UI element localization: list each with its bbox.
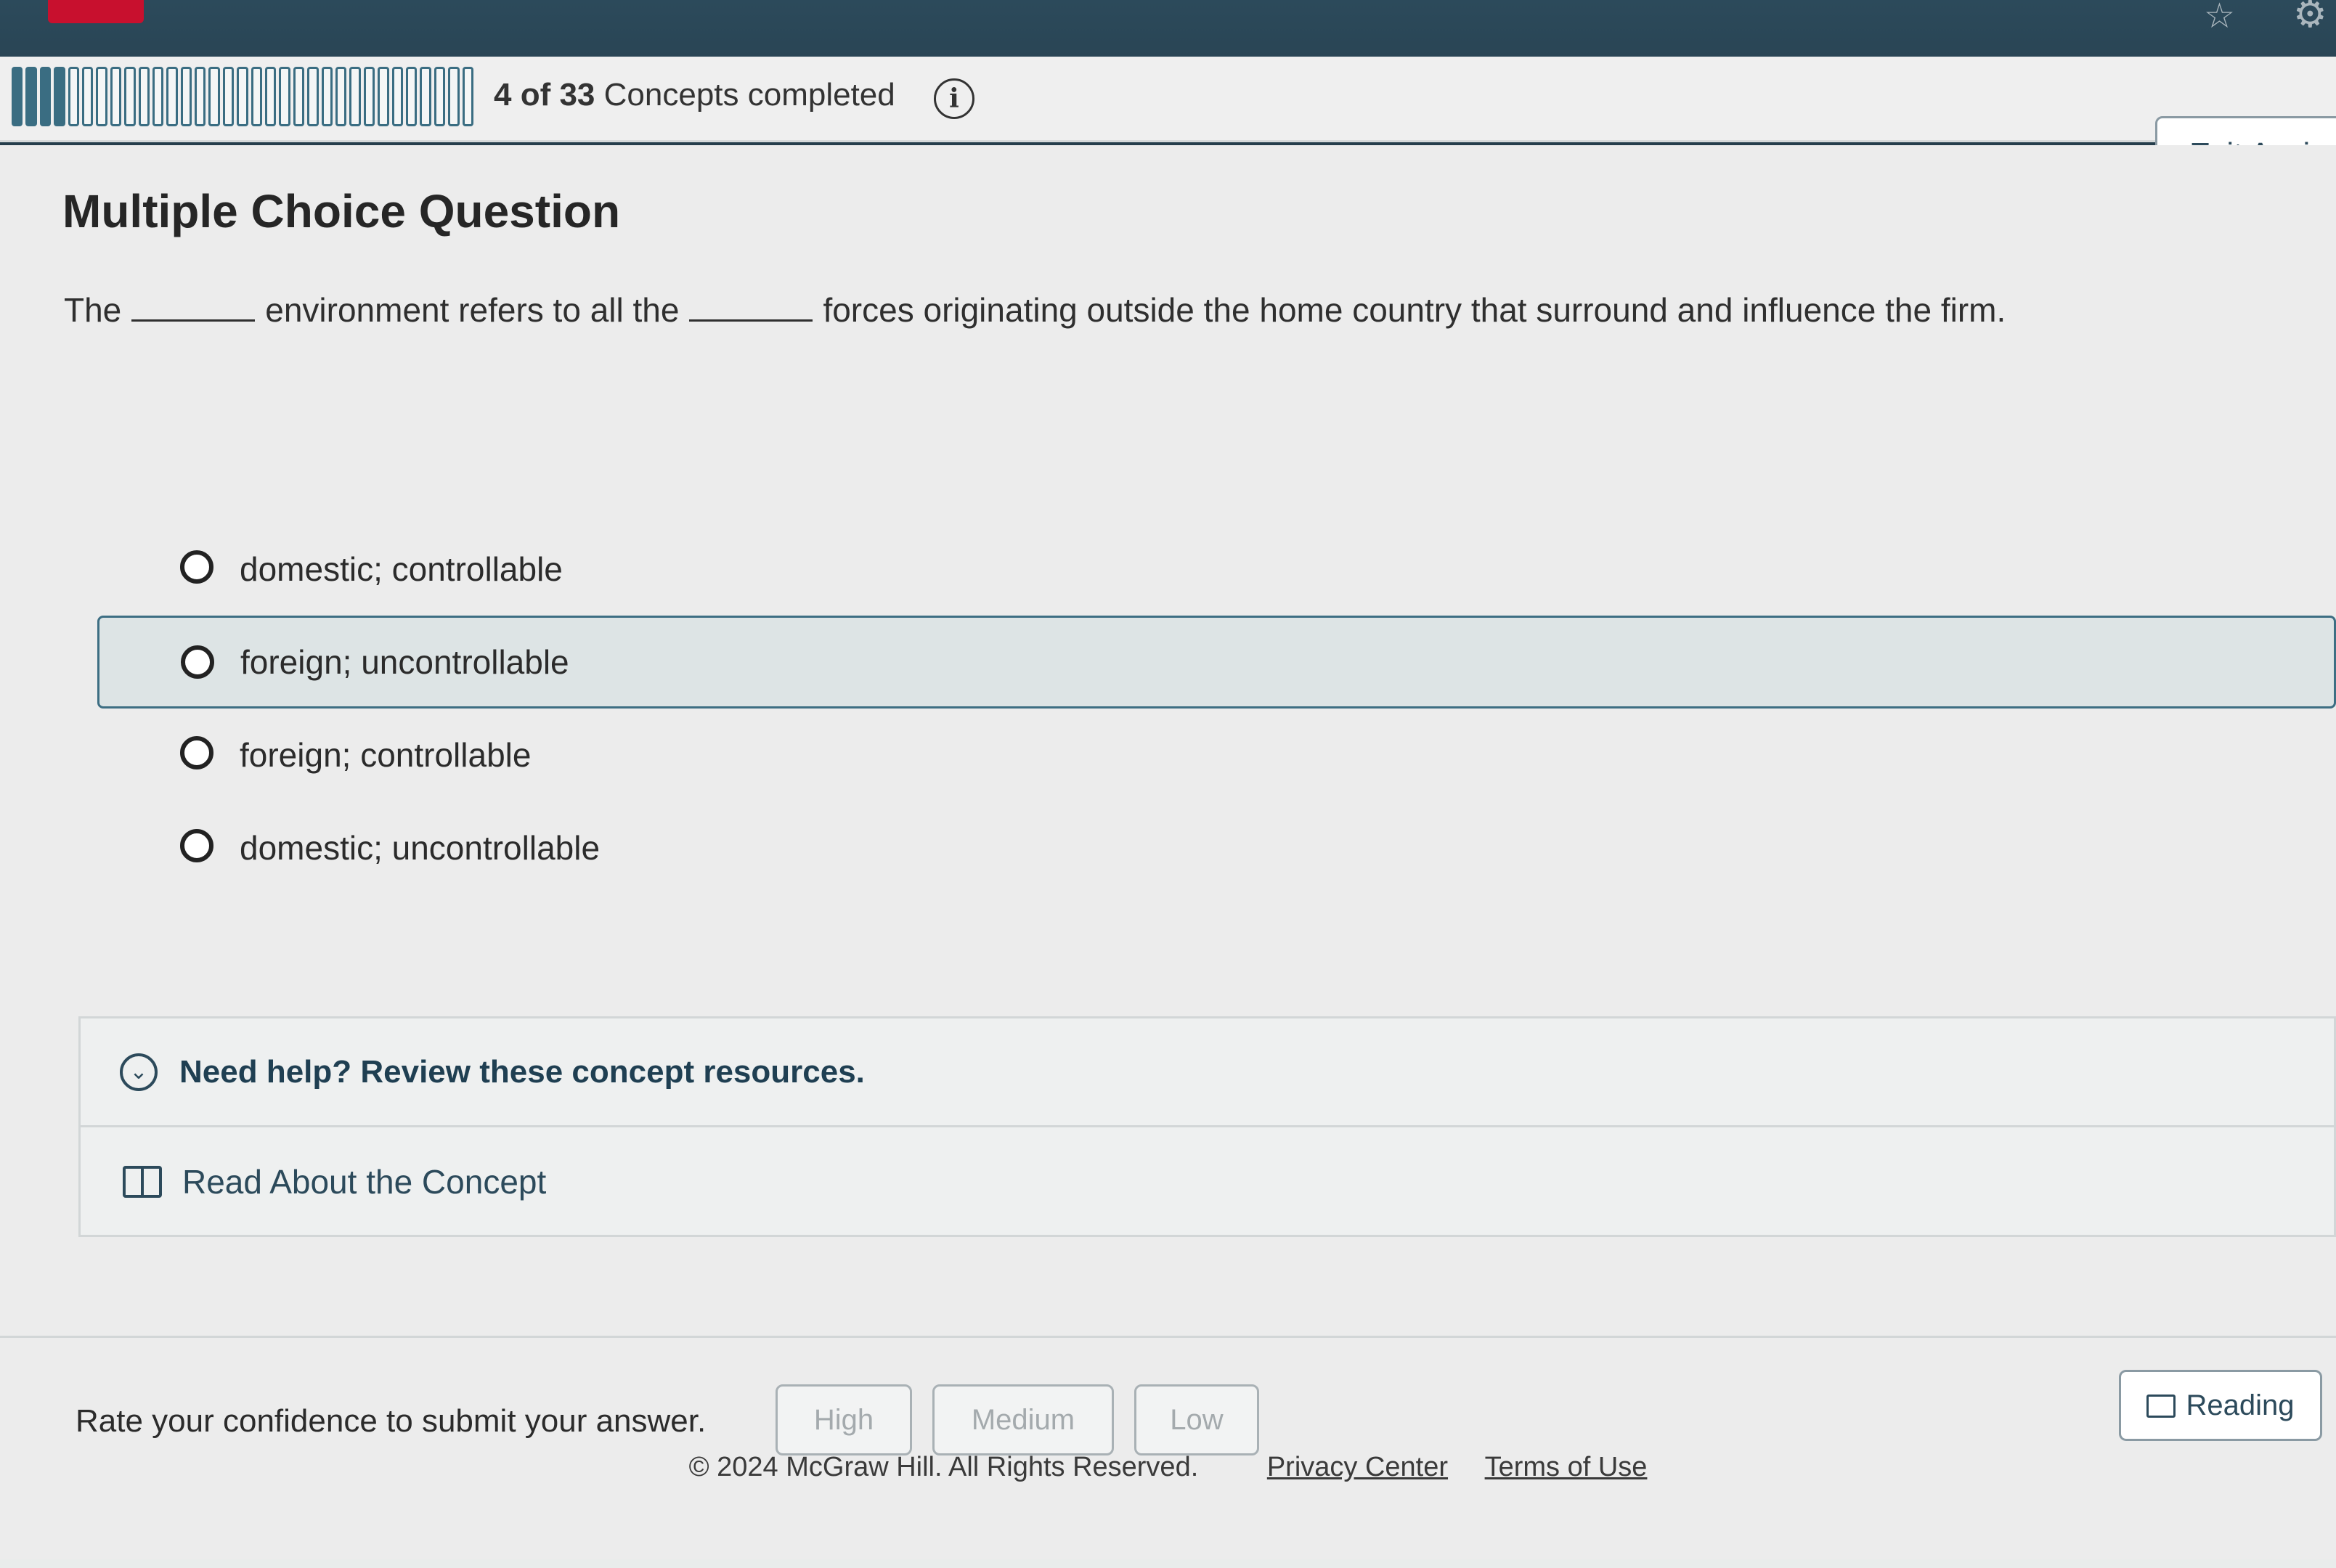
question-area: Multiple Choice Question The environment … [0, 145, 2336, 1559]
gear-icon[interactable]: ⚙ [2293, 0, 2327, 36]
read-concept-link[interactable]: Read About the Concept [81, 1127, 2334, 1236]
progress-segment [391, 67, 403, 126]
radio-button[interactable] [180, 550, 213, 584]
answer-options: domestic; controllable foreign; uncontro… [97, 523, 2336, 894]
reading-button[interactable]: Reading [2119, 1370, 2322, 1441]
progress-segment [349, 67, 361, 126]
chevron-down-icon: ⌄ [120, 1053, 158, 1091]
progress-segment [166, 67, 178, 126]
radio-button[interactable] [180, 829, 213, 862]
book-icon [2146, 1395, 2176, 1418]
progress-segment [152, 67, 164, 126]
progress-segment [279, 67, 290, 126]
concept-progress-track [12, 67, 473, 126]
question-heading: Multiple Choice Question [62, 185, 621, 237]
progress-segment [138, 67, 150, 126]
progress-segment [420, 67, 431, 126]
read-concept-label: Read About the Concept [182, 1163, 547, 1201]
answer-option[interactable]: foreign; controllable [99, 709, 2336, 801]
progress-segment [39, 67, 52, 126]
reading-label: Reading [2186, 1389, 2295, 1421]
progress-count: 4 of 33 [494, 77, 595, 113]
blank-1 [131, 319, 256, 322]
mcgraw-hill-logo [48, 0, 144, 23]
progress-segment [195, 67, 206, 126]
info-icon[interactable]: i [934, 78, 974, 119]
progress-suffix: Concepts completed [603, 77, 895, 113]
progress-segment [321, 67, 333, 126]
progress-segment [12, 67, 23, 126]
progress-segment [180, 67, 192, 126]
progress-segment [335, 67, 347, 126]
answer-option-label: foreign; uncontrollable [240, 643, 569, 681]
confidence-high-button[interactable]: High [776, 1384, 912, 1455]
progress-segment [265, 67, 277, 126]
radio-button[interactable] [181, 645, 214, 679]
answer-option-label: domestic; uncontrollable [240, 829, 601, 867]
answer-option[interactable]: domestic; controllable [99, 523, 2336, 616]
progress-segment [251, 67, 263, 126]
progress-segment [208, 67, 220, 126]
progress-segment [54, 67, 65, 126]
progress-segment [434, 67, 446, 126]
question-text-part-2: environment refers to all the [265, 291, 680, 329]
question-text-part-3: forces originating outside the home coun… [823, 291, 2006, 329]
question-text: The environment refers to all the forces o… [64, 290, 2170, 330]
progress-segment [96, 67, 107, 126]
progress-segment [222, 67, 235, 126]
radio-button[interactable] [180, 736, 213, 769]
confidence-low-button[interactable]: Low [1134, 1384, 1259, 1455]
progress-segment [293, 67, 305, 126]
progress-segment [405, 67, 418, 126]
progress-segment [124, 67, 136, 126]
answer-option-label: domestic; controllable [240, 550, 563, 588]
progress-text: 4 of 33 Concepts completed [494, 77, 895, 113]
progress-segment [378, 67, 389, 126]
blank-2 [689, 319, 813, 322]
progress-segment [81, 67, 94, 126]
answer-option[interactable]: foreign; uncontrollable [97, 616, 2336, 709]
progress-header: 4 of 33 Concepts completed i Exit Assign [0, 57, 2336, 195]
footer: © 2024 McGraw Hill. All Rights Reserved.… [0, 1452, 2336, 1483]
progress-segment [363, 67, 375, 126]
help-resources-panel: ⌄ Need help? Review these concept resour… [78, 1016, 2336, 1237]
terms-of-use-link[interactable]: Terms of Use [1485, 1452, 1648, 1482]
privacy-center-link[interactable]: Privacy Center [1267, 1452, 1448, 1482]
progress-segment [68, 67, 79, 126]
answer-option[interactable]: domestic; uncontrollable [99, 801, 2336, 894]
book-icon [123, 1166, 162, 1198]
confidence-prompt: Rate your confidence to submit your answ… [76, 1403, 707, 1439]
progress-segment [448, 67, 460, 126]
help-toggle[interactable]: ⌄ Need help? Review these concept resour… [81, 1018, 2334, 1127]
question-text-part-1: The [64, 291, 122, 329]
confidence-medium-button[interactable]: Medium [932, 1384, 1114, 1455]
help-title: Need help? Review these concept resource… [179, 1053, 865, 1090]
star-icon[interactable]: ☆ [2204, 0, 2235, 36]
progress-segment [110, 67, 122, 126]
progress-segment [237, 67, 248, 126]
progress-segment [462, 67, 473, 126]
progress-segment [25, 67, 37, 126]
answer-option-label: foreign; controllable [240, 736, 532, 774]
copyright-text: © 2024 McGraw Hill. All Rights Reserved. [688, 1452, 1199, 1482]
progress-segment [307, 67, 319, 126]
